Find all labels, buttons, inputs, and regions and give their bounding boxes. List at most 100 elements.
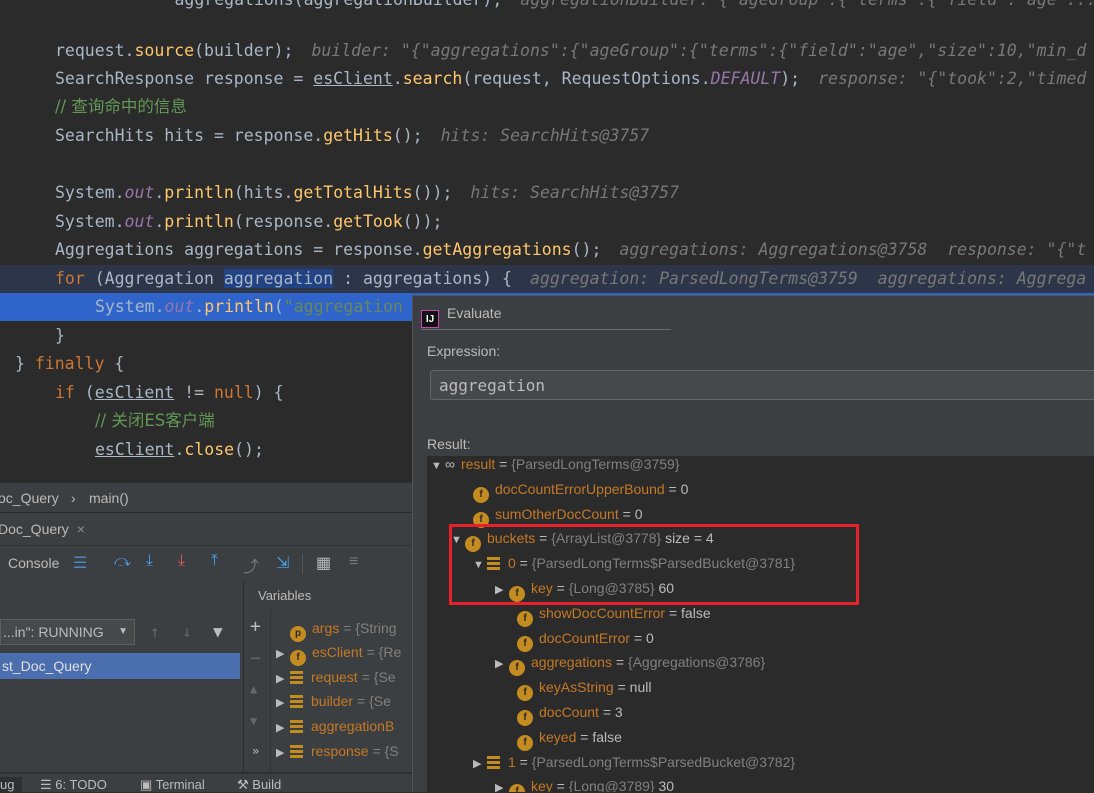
tab-debug-session[interactable]: Doc_Query × xyxy=(0,513,93,548)
node-value: 0 xyxy=(634,505,643,522)
dialog-title-bar[interactable]: IJ Evaluate xyxy=(421,302,501,328)
field-icon: f xyxy=(517,734,533,751)
code-text: (response. xyxy=(233,212,334,231)
arrow-down-icon[interactable]: ↓ xyxy=(182,622,192,641)
variable-row[interactable]: ▶ f esClient = {Re xyxy=(276,640,401,666)
menu-lines-icon[interactable]: ☰ xyxy=(73,553,87,573)
field-icon: f xyxy=(290,650,306,666)
close-icon[interactable]: × xyxy=(77,521,85,537)
variable-row[interactable]: ▶ response = {S xyxy=(276,739,399,763)
settings-icon[interactable]: ≡ xyxy=(349,553,358,571)
drop-frame-icon[interactable]: ⤴ xyxy=(243,553,259,577)
field-icon: f xyxy=(517,685,533,702)
tree-node[interactable]: f keyAsString = null xyxy=(517,675,651,702)
code-text: aggregations(aggregationBuilder); xyxy=(95,0,502,9)
more-icon[interactable]: » xyxy=(252,744,259,758)
run-to-cursor-icon[interactable]: ⇲ xyxy=(276,553,289,573)
tree-node[interactable]: ▶ f aggregations = {Aggregations@3786} xyxy=(495,650,766,677)
inline-hint: aggregations: Aggregations@3758 response… xyxy=(619,240,1087,259)
expand-arrow-icon[interactable]: ▶ xyxy=(276,741,290,765)
expand-arrow-icon[interactable]: ▶ xyxy=(276,667,290,691)
expand-arrow-icon[interactable]: ▶ xyxy=(276,691,290,715)
tool-tab-debug[interactable]: ug xyxy=(0,777,23,792)
code-text: System. xyxy=(55,212,125,231)
expand-arrow-icon[interactable]: ▶ xyxy=(495,652,509,676)
tree-node[interactable]: f docCountError = 0 xyxy=(517,626,654,652)
result-tree[interactable]: ▼ ∞ result = {ParsedLongTerms@3759} f docCou… xyxy=(427,456,1094,792)
tree-node[interactable]: ▶ f key = {Long@3789} 30 xyxy=(495,774,674,792)
tree-node[interactable]: ▼ ∞ result = {ParsedLongTerms@3759} xyxy=(431,456,680,476)
show-execution-point-icon[interactable]: ⤼ xyxy=(114,553,131,571)
variable-name: args xyxy=(312,620,340,636)
breadcrumb-method[interactable]: main() xyxy=(89,483,129,513)
code-line: SearchHits hits = response.getHits(); hit… xyxy=(55,122,649,150)
expand-arrow-icon[interactable]: ▶ xyxy=(473,752,487,776)
variable-row[interactable]: ▶ builder = {Se xyxy=(276,689,391,713)
code-text: : aggregations) { xyxy=(333,269,512,288)
node-name: docCountErrorUpperBound xyxy=(495,480,665,497)
code-text: ( xyxy=(273,297,284,316)
expand-arrow-icon[interactable]: ▶ xyxy=(276,642,290,666)
static-ref: DEFAULT xyxy=(710,69,781,88)
node-value: 0 xyxy=(646,629,654,646)
code-line: esClient.close(); xyxy=(95,436,264,464)
code-line: Aggregations aggregations = response.get… xyxy=(55,236,1086,264)
code-text: (hits. xyxy=(233,183,294,202)
node-type: {Aggregations@3786} xyxy=(627,654,766,671)
equals-sign: = xyxy=(598,704,615,720)
tree-node[interactable]: ▶ 1 = {ParsedLongTerms$ParsedBucket@3782} xyxy=(473,750,795,774)
filter-icon[interactable]: ▼ xyxy=(213,622,223,641)
inline-hint: aggregation: ParsedLongTerms@3759 aggreg… xyxy=(529,269,1087,288)
step-out-icon[interactable]: ⤒ xyxy=(211,552,218,570)
variable-name: esClient xyxy=(312,644,363,660)
inline-hint: aggregationBuilder: {"ageGroup":{"terms"… xyxy=(520,0,1094,9)
expand-arrow-icon[interactable]: ▶ xyxy=(495,776,509,792)
tree-node[interactable]: f docCountErrorUpperBound = 0 xyxy=(473,477,688,503)
keyword: null xyxy=(213,383,254,402)
tree-node[interactable]: f docCount = 3 xyxy=(517,700,623,726)
code-text: { xyxy=(104,354,125,373)
equals-sign: = xyxy=(552,778,569,792)
equals-sign: = xyxy=(618,505,635,522)
method-name: search xyxy=(402,69,463,88)
code-line: // 关闭ES客户端 xyxy=(95,407,215,435)
node-name: key xyxy=(531,778,553,792)
variable-value: = {Se xyxy=(361,669,396,685)
method-name: getTook xyxy=(333,212,403,231)
breadcrumb-class[interactable]: oc_Query xyxy=(0,483,59,513)
collapse-arrow-icon[interactable]: ▼ xyxy=(431,456,445,478)
expression-input[interactable]: aggregation xyxy=(430,370,1094,400)
arrow-up-icon[interactable]: ↑ xyxy=(150,622,160,641)
step-over-icon[interactable]: ⤓ xyxy=(146,552,153,570)
expand-arrow-icon[interactable]: ▶ xyxy=(276,716,290,740)
frame-item-selected[interactable]: st_Doc_Query xyxy=(0,653,240,679)
terminal-icon: ▣ xyxy=(140,777,156,792)
tab-label: Doc_Query xyxy=(0,521,69,537)
method-name: source xyxy=(134,41,195,60)
evaluate-expression-icon[interactable]: ▦ xyxy=(316,553,331,573)
tree-node[interactable]: f sumOtherDocCount = 0 xyxy=(473,502,643,528)
step-into-icon[interactable]: ⤓ xyxy=(178,552,185,570)
tree-node[interactable]: f keyed = false xyxy=(517,725,622,751)
code-text: . xyxy=(154,183,165,202)
thread-select[interactable]: ...in": RUNNING ▼ xyxy=(0,619,135,645)
code-text: (request, RequestOptions. xyxy=(462,69,711,88)
console-tab[interactable]: Console xyxy=(8,555,59,571)
code-text: . xyxy=(154,212,165,231)
move-up-icon[interactable]: ▲ xyxy=(250,682,257,696)
variable-row[interactable]: ▶ aggregationB xyxy=(276,714,398,738)
add-icon[interactable]: + xyxy=(250,616,261,637)
variable-row[interactable]: p args = {String xyxy=(276,616,397,642)
node-name: result xyxy=(460,456,496,472)
tool-window-bar: ug ☰ 6: TODO ▣ Terminal ⚒ Build xyxy=(0,773,412,792)
code-text: } xyxy=(55,326,65,345)
code-line: // 查询命中的信息 xyxy=(55,93,187,121)
move-down-icon[interactable]: ▼ xyxy=(250,714,257,728)
variable-row[interactable]: ▶ request = {Se xyxy=(276,665,396,689)
keyword: if xyxy=(55,383,75,402)
method-name: println xyxy=(204,297,274,316)
remove-icon[interactable]: − xyxy=(250,648,261,669)
code-text: (builder); xyxy=(194,41,294,60)
hammer-icon: ⚒ xyxy=(237,777,253,792)
equals-sign: = xyxy=(665,604,682,621)
